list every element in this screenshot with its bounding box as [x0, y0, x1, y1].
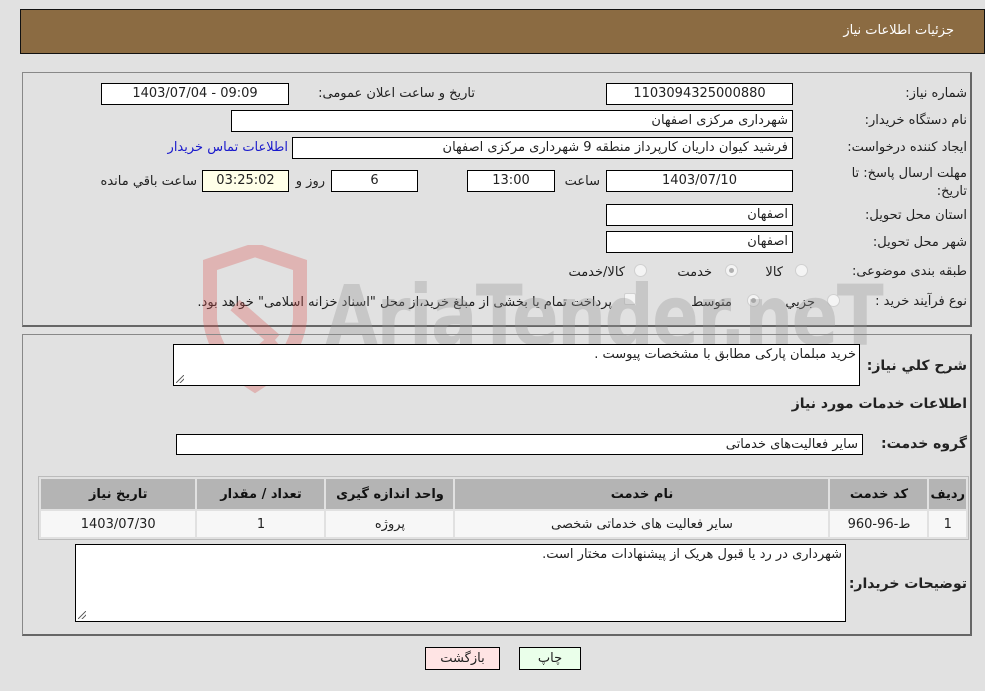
cell-need-date: 1403/07/30	[41, 511, 196, 537]
cell-row-number: 1	[929, 511, 966, 537]
cell-unit: پروژه	[326, 511, 454, 537]
print-button[interactable]: چاپ	[519, 647, 581, 670]
category-option-goods-service: کالا/خدمت	[568, 265, 625, 280]
days-remaining-field[interactable]: 6	[331, 170, 418, 192]
deadline-label: مهلت ارسال پاسخ: تا تاریخ:	[851, 166, 967, 199]
deadline-time-label: ساعت	[564, 174, 600, 189]
cell-service-name: سایر فعالیت های خدماتی شخصی	[455, 511, 829, 537]
days-label: روز و	[295, 174, 325, 189]
deadline-time-field[interactable]: 13:00	[467, 170, 555, 192]
creator-label: ایجاد کننده درخواست:	[847, 140, 967, 155]
category-radio-service[interactable]	[725, 264, 738, 277]
buyer-org-field[interactable]: شهرداری مرکزی اصفهان	[231, 110, 793, 132]
table-row: 1 ط-96-960 سایر فعالیت های خدماتی شخصی پ…	[41, 511, 966, 537]
creator-field[interactable]: فرشید کیوان داریان کارپرداز منطقه 9 شهرد…	[292, 137, 793, 159]
col-header-service-name: نام خدمت	[455, 479, 829, 509]
table-header-row: ردیف کد خدمت نام خدمت واحد اندازه گیری ت…	[41, 479, 966, 509]
col-header-row-number: ردیف	[929, 479, 966, 509]
services-heading: اطلاعات خدمات مورد نياز	[791, 396, 967, 412]
process-type-label: نوع فرآیند خرید :	[875, 294, 967, 309]
category-radio-goods[interactable]	[795, 264, 808, 277]
description-text: خرید مبلمان پارکی مطابق با مشخصات پیوست …	[594, 347, 856, 362]
buyer-org-label: نام دستگاه خریدار:	[864, 113, 967, 128]
category-label: طبقه بندی موضوعی:	[851, 264, 967, 279]
need-number-field[interactable]: 1103094325000880	[606, 83, 793, 105]
page-title: جزئیات اطلاعات نیاز	[843, 23, 954, 38]
col-header-service-code: کد خدمت	[830, 479, 928, 509]
province-field[interactable]: اصفهان	[606, 204, 793, 226]
col-header-need-date: تاریخ نیاز	[41, 479, 196, 509]
service-group-field[interactable]: سایر فعالیت‌های خدماتی	[176, 434, 863, 455]
process-radio-medium[interactable]	[747, 294, 760, 307]
cell-service-code: ط-96-960	[830, 511, 928, 537]
treasury-checkbox[interactable]	[624, 293, 636, 305]
city-field[interactable]: اصفهان	[606, 231, 793, 253]
resize-grip-icon[interactable]	[176, 375, 184, 383]
col-header-quantity: تعداد / مقدار	[197, 479, 325, 509]
deadline-date-field[interactable]: 1403/07/10	[606, 170, 793, 192]
process-radio-minor[interactable]	[827, 294, 840, 307]
need-number-label: شماره نیاز:	[905, 86, 967, 101]
process-option-minor: جزيي	[785, 295, 815, 310]
announce-datetime-field[interactable]: 1403/07/04 - 09:09	[101, 83, 289, 105]
treasury-note: پرداخت تمام یا بخشی از مبلغ خرید،از محل …	[197, 295, 612, 310]
back-button[interactable]: بازگشت	[425, 647, 500, 670]
service-group-label: گروه خدمت:	[881, 436, 967, 452]
buyer-notes-text: شهرداری در رد یا قبول هریک از پیشنهادات …	[542, 547, 842, 562]
remaining-time-field[interactable]: 03:25:02	[202, 170, 289, 192]
category-option-service: خدمت	[677, 265, 712, 280]
services-table: ردیف کد خدمت نام خدمت واحد اندازه گیری ت…	[38, 476, 969, 540]
category-option-goods: کالا	[765, 265, 783, 280]
buyer-contact-link[interactable]: اطلاعات تماس خریدار	[168, 140, 288, 155]
description-textarea[interactable]: خرید مبلمان پارکی مطابق با مشخصات پیوست …	[173, 344, 860, 386]
cell-quantity: 1	[197, 511, 325, 537]
resize-grip-icon[interactable]	[78, 611, 86, 619]
page-header: جزئیات اطلاعات نیاز	[20, 9, 985, 54]
buyer-notes-label: توضیحات خریدار:	[848, 576, 967, 592]
remaining-time-label: ساعت باقي مانده	[100, 174, 197, 189]
col-header-unit: واحد اندازه گیری	[326, 479, 454, 509]
process-option-medium: متوسط	[691, 295, 732, 310]
category-radio-goods-service[interactable]	[634, 264, 647, 277]
announce-datetime-label: تاریخ و ساعت اعلان عمومی:	[318, 86, 475, 101]
description-label: شرح کلي نياز:	[866, 358, 967, 374]
province-label: استان محل تحویل:	[865, 208, 967, 223]
buyer-notes-textarea[interactable]: شهرداری در رد یا قبول هریک از پیشنهادات …	[75, 544, 846, 622]
city-label: شهر محل تحویل:	[872, 235, 967, 250]
